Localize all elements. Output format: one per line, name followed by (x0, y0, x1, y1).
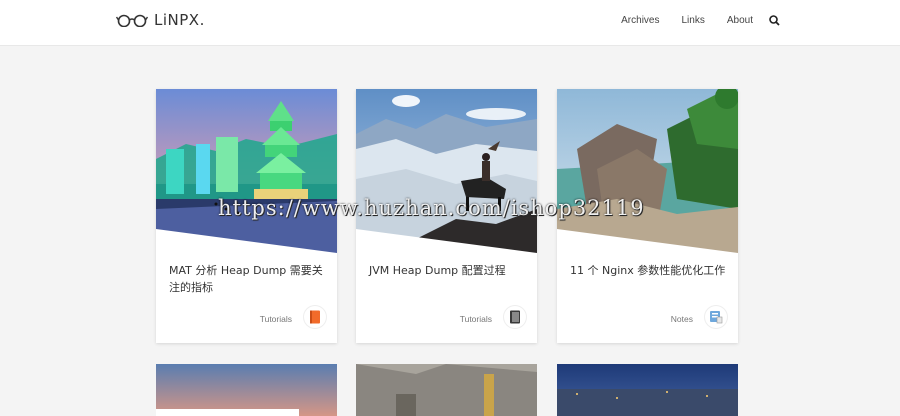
logo-text: LiNPX. (154, 11, 205, 29)
category-badge[interactable] (304, 306, 326, 328)
book-dark-icon (510, 310, 520, 324)
site-header: LiNPX. Archives Links About (0, 0, 900, 46)
notes-icon (710, 311, 723, 324)
post-category[interactable]: Tutorials (260, 314, 292, 324)
watermark-text: https://www.huzhan.com/ishop32119 (218, 196, 645, 220)
main-nav: Archives Links About (599, 15, 780, 26)
post-cover-image (356, 364, 537, 416)
post-category[interactable]: Notes (671, 314, 693, 324)
post-title[interactable]: 11 个 Nginx 参数性能优化工作 (570, 262, 730, 279)
card-divider-shape (557, 229, 738, 259)
nav-archives[interactable]: Archives (621, 15, 659, 26)
glasses-icon (116, 14, 148, 27)
card-divider-shape (156, 229, 337, 259)
nav-about[interactable]: About (727, 15, 753, 26)
post-category[interactable]: Tutorials (460, 314, 492, 324)
post-title[interactable]: MAT 分析 Heap Dump 需要关注的指标 (169, 262, 329, 296)
post-cover-image (557, 364, 738, 416)
post-title[interactable]: JVM Heap Dump 配置过程 (369, 262, 529, 279)
search-icon[interactable] (769, 15, 780, 26)
book-orange-icon (310, 310, 320, 324)
site-logo[interactable]: LiNPX. (116, 11, 205, 29)
nav-links[interactable]: Links (682, 15, 705, 26)
category-badge[interactable] (504, 306, 526, 328)
overlay-strip (156, 409, 299, 416)
post-card[interactable] (557, 364, 738, 416)
card-divider-shape (356, 229, 537, 259)
post-card[interactable] (356, 364, 537, 416)
category-badge[interactable] (705, 306, 727, 328)
